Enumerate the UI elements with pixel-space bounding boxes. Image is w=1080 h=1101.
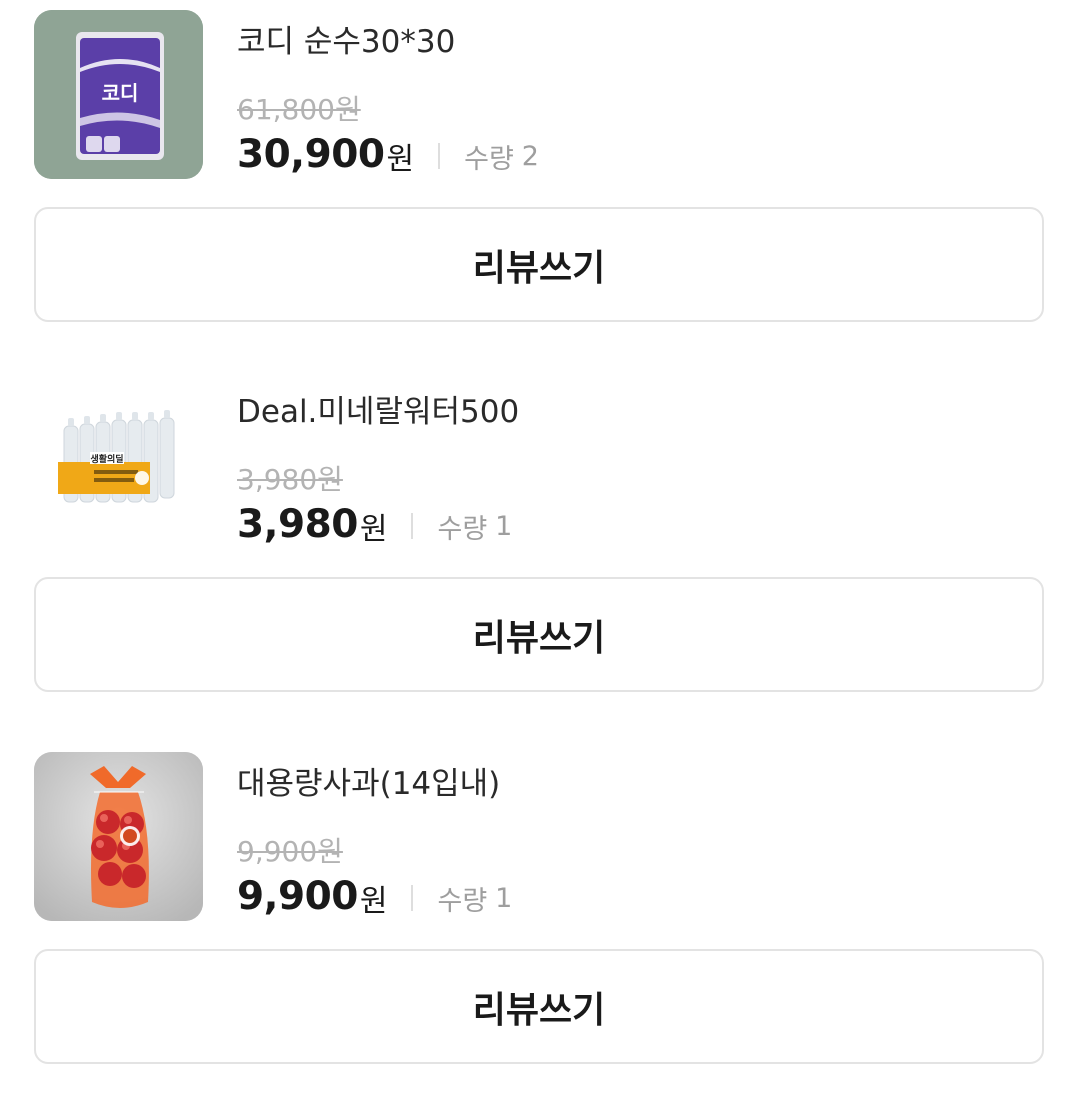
thumb-brand-text: 생활의딜: [90, 453, 123, 465]
divider: [438, 143, 441, 169]
product-thumbnail[interactable]: 코디: [34, 10, 203, 179]
write-review-button[interactable]: 리뷰쓰기: [34, 207, 1044, 322]
product-name[interactable]: Deal.미네랄워터500: [237, 386, 519, 431]
sale-price: 30,900: [237, 131, 385, 177]
quantity-value: 1: [495, 510, 513, 542]
quantity-label: 수량: [437, 885, 488, 917]
quantity-value: 1: [495, 882, 513, 914]
divider: [411, 885, 414, 911]
product-thumbnail[interactable]: 생활의딜: [34, 380, 203, 549]
water-bottle-pack-image: 생활의딜: [34, 380, 203, 549]
price-row: 9,900 원 수량 1: [237, 872, 512, 920]
price-row: 30,900 원 수량 2: [237, 130, 539, 178]
toilet-paper-pack-image: 코디: [34, 10, 203, 179]
quantity-label: 수량: [464, 143, 514, 175]
original-price: 9,900원: [237, 835, 343, 868]
original-price: 61,800원: [237, 93, 361, 126]
price-unit: 원: [359, 884, 388, 919]
thumb-brand-text: 코디: [102, 81, 139, 105]
write-review-button[interactable]: 리뷰쓰기: [34, 949, 1044, 1064]
sale-price: 3,980: [237, 501, 358, 547]
quantity-value: 2: [521, 140, 539, 172]
price-unit: 원: [386, 142, 415, 177]
apple-bag-image: [34, 752, 203, 921]
quantity-label: 수량: [437, 513, 488, 545]
order-list: 코디 코디 순수30*30 61,800원 30,900 원 수량 2 리뷰쓰기: [0, 0, 1080, 1101]
sale-price: 9,900: [237, 873, 358, 919]
price-row: 3,980 원 수량 1: [237, 500, 512, 548]
original-price: 3,980원: [237, 463, 343, 496]
write-review-button[interactable]: 리뷰쓰기: [34, 577, 1044, 692]
product-name[interactable]: 코디 순수30*30: [237, 16, 455, 61]
divider: [411, 513, 414, 539]
product-thumbnail[interactable]: [34, 752, 203, 921]
price-unit: 원: [359, 512, 388, 547]
product-name[interactable]: 대용량사과(14입내): [237, 758, 500, 803]
